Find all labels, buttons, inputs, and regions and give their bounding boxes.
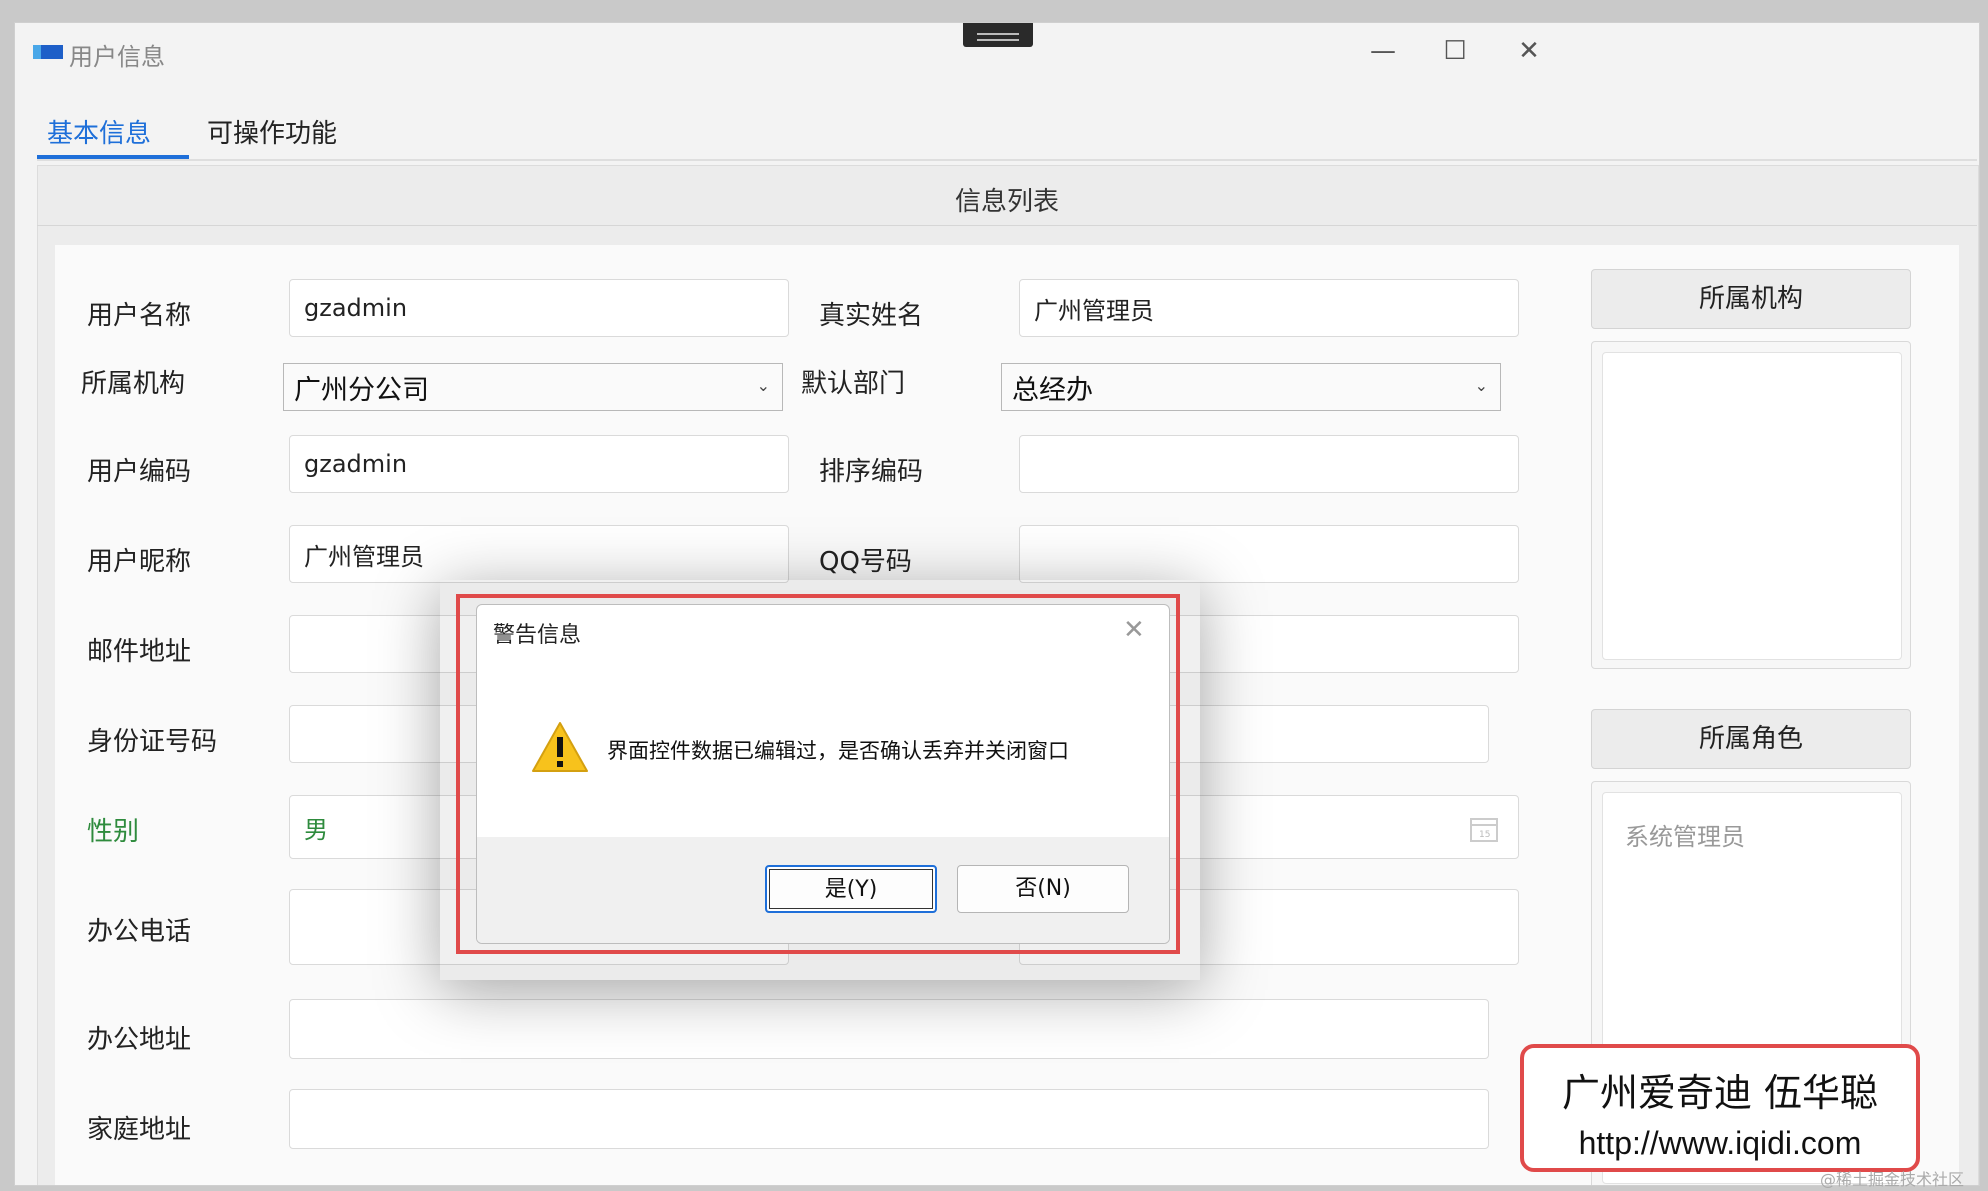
sortcode-label: 排序编码 bbox=[819, 457, 924, 487]
sortcode-input[interactable] bbox=[1019, 435, 1519, 493]
window-title: 用户信息 bbox=[69, 43, 165, 71]
watermark-url: http://www.iqidi.com bbox=[1578, 1125, 1862, 1161]
org-tree-box[interactable] bbox=[1591, 341, 1911, 669]
nickname-input[interactable]: 广州管理员 bbox=[289, 525, 789, 583]
dialog-message: 界面控件数据已编辑过，是否确认丢弃并关闭窗口 bbox=[607, 739, 1069, 763]
dept-select-value: 总经办 bbox=[1012, 374, 1093, 406]
usercode-input[interactable]: gzadmin bbox=[289, 435, 789, 493]
active-tab-indicator bbox=[37, 155, 189, 159]
drag-handle[interactable] bbox=[963, 23, 1033, 47]
dept-select[interactable]: 总经办 ⌄ bbox=[1001, 363, 1501, 411]
org-label: 所属机构 bbox=[81, 369, 186, 399]
warning-dialog: 警告信息 ✕ 界面控件数据已编辑过，是否确认丢弃并关闭窗口 是(Y) 否(N) bbox=[476, 604, 1170, 944]
tab-baseline bbox=[37, 159, 1977, 161]
realname-label: 真实姓名 bbox=[819, 301, 924, 331]
panel-title: 信息列表 bbox=[954, 187, 1059, 217]
qq-input[interactable] bbox=[1019, 525, 1519, 583]
nickname-label: 用户昵称 bbox=[87, 547, 192, 577]
watermark-author: 广州爱奇迪 伍华聪 bbox=[1561, 1071, 1879, 1115]
org-select-value: 广州分公司 bbox=[294, 374, 429, 406]
dept-label: 默认部门 bbox=[801, 369, 906, 399]
home-addr-input[interactable] bbox=[289, 1089, 1489, 1149]
corner-watermark: @稀土掘金技术社区 bbox=[1820, 1170, 1965, 1189]
tab-basic-info[interactable]: 基本信息 bbox=[47, 113, 151, 160]
tab-operable-functions[interactable]: 可操作功能 bbox=[207, 113, 337, 160]
yes-button[interactable]: 是(Y) bbox=[765, 865, 937, 913]
close-button[interactable]: ✕ bbox=[1507, 31, 1551, 71]
chevron-down-icon: ⌄ bbox=[756, 376, 770, 395]
username-input[interactable]: gzadmin bbox=[289, 279, 789, 337]
minimize-button[interactable]: — bbox=[1361, 31, 1405, 71]
role-side-button[interactable]: 所属角色 bbox=[1591, 709, 1911, 769]
org-side-button[interactable]: 所属机构 bbox=[1591, 269, 1911, 329]
office-phone-label: 办公电话 bbox=[87, 917, 192, 947]
maximize-button[interactable]: ☐ bbox=[1433, 31, 1477, 71]
dialog-close-icon[interactable]: ✕ bbox=[1123, 615, 1145, 645]
usercode-label: 用户编码 bbox=[87, 457, 192, 487]
svg-text:15: 15 bbox=[1479, 830, 1490, 840]
idcard-label: 身份证号码 bbox=[87, 727, 218, 757]
warning-icon bbox=[532, 722, 588, 772]
no-button[interactable]: 否(N) bbox=[957, 865, 1129, 913]
office-addr-input[interactable] bbox=[289, 999, 1489, 1059]
app-icon bbox=[33, 45, 63, 59]
office-addr-label: 办公地址 bbox=[87, 1025, 192, 1055]
org-tree-list[interactable] bbox=[1602, 352, 1902, 660]
calendar-icon[interactable]: 15 bbox=[1470, 816, 1498, 842]
author-watermark: 广州爱奇迪 伍华聪 http://www.iqidi.com bbox=[1520, 1044, 1920, 1172]
chevron-down-icon: ⌄ bbox=[1474, 376, 1488, 395]
qq-label: QQ号码 bbox=[819, 547, 912, 577]
role-item[interactable]: 系统管理员 bbox=[1625, 817, 1745, 852]
org-select[interactable]: 广州分公司 ⌄ bbox=[283, 363, 783, 411]
username-label: 用户名称 bbox=[87, 301, 192, 331]
email-label: 邮件地址 bbox=[87, 637, 192, 667]
panel-divider bbox=[37, 225, 1977, 226]
gender-label: 性别 bbox=[87, 817, 140, 847]
background-window-edge bbox=[0, 0, 14, 1191]
dialog-title: 警告信息 bbox=[493, 623, 582, 648]
realname-input[interactable]: 广州管理员 bbox=[1019, 279, 1519, 337]
home-addr-label: 家庭地址 bbox=[87, 1115, 192, 1145]
